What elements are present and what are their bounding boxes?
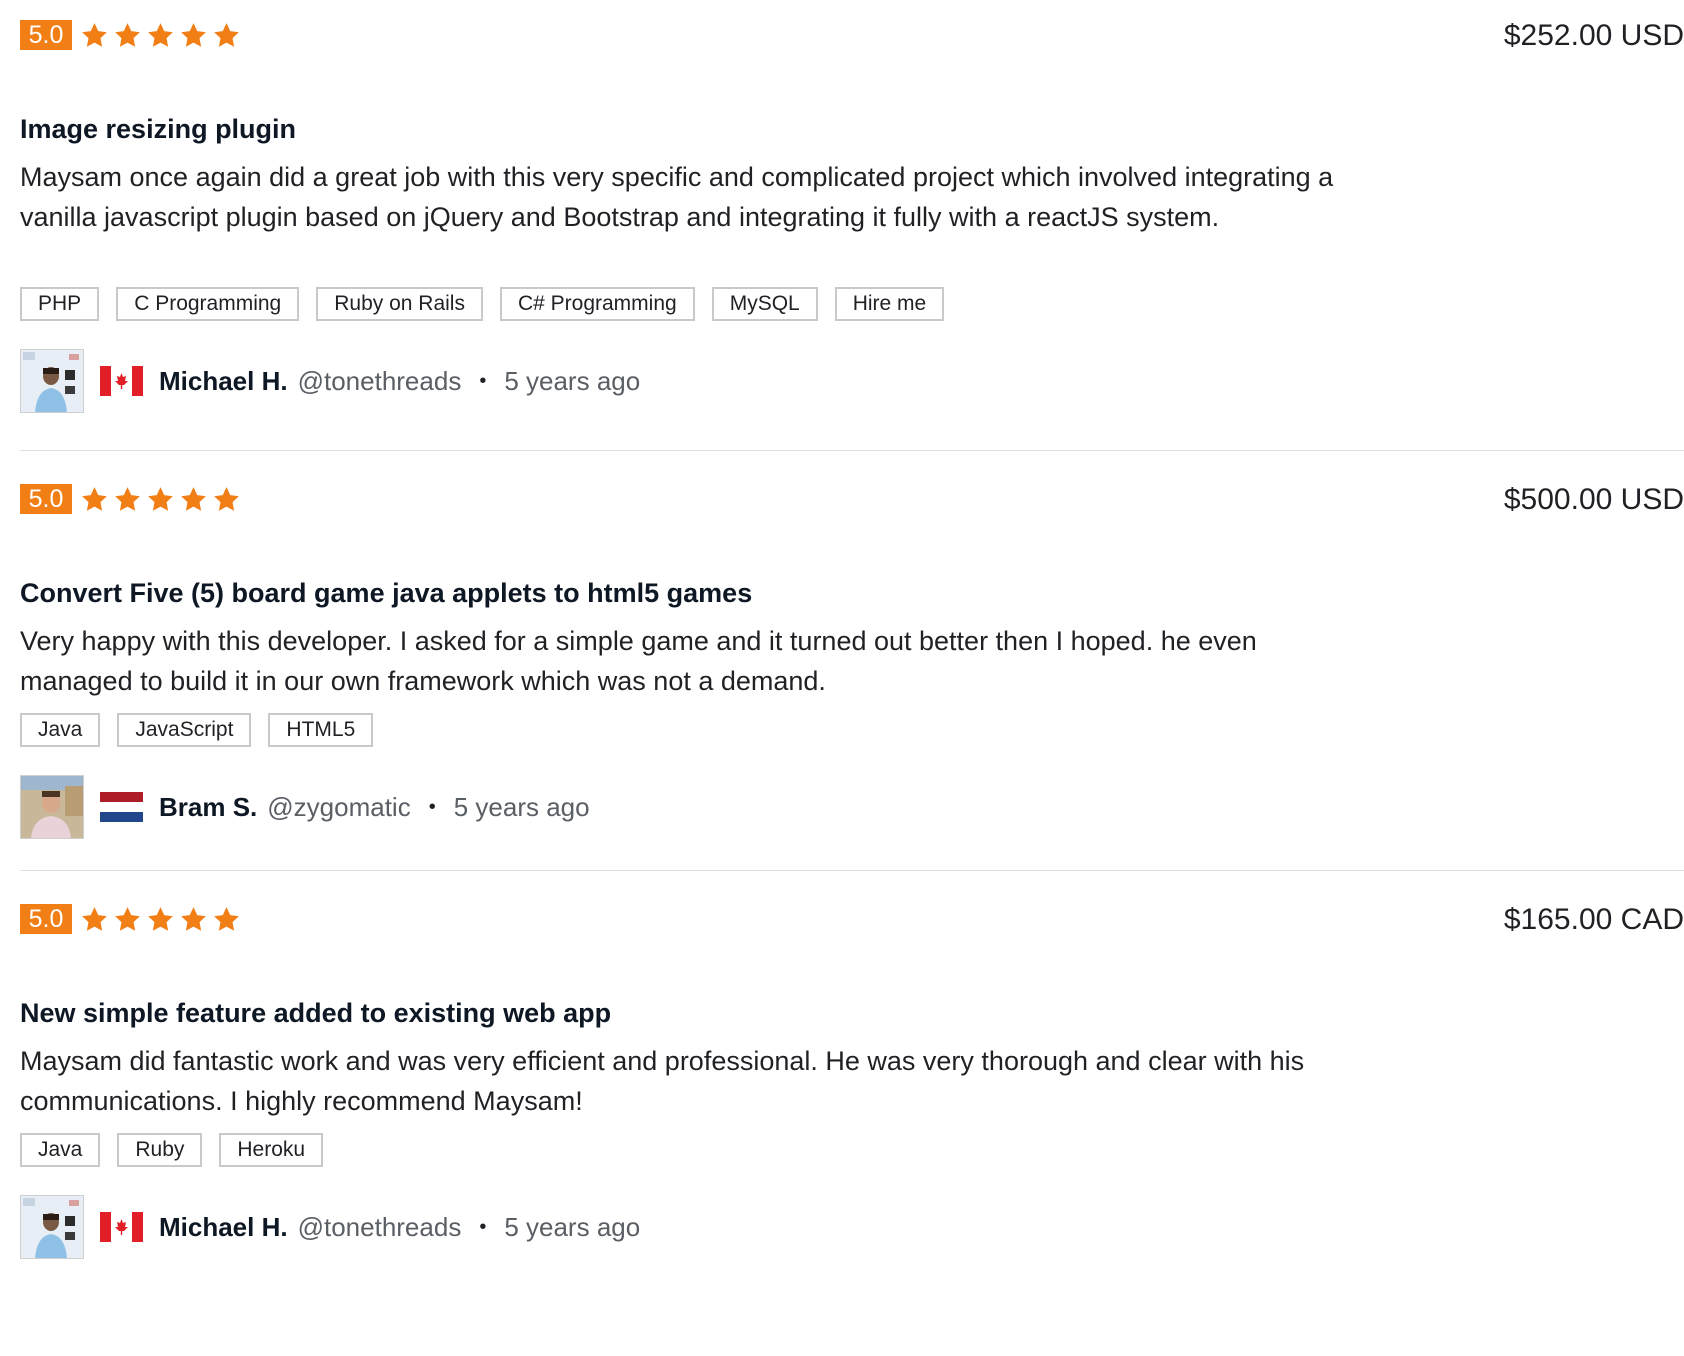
star-icon (212, 21, 241, 50)
star-icon (146, 905, 175, 934)
reviewer-handle: @tonethreads (297, 365, 462, 396)
star-icon (179, 485, 208, 514)
skill-tag[interactable]: Hire me (834, 287, 945, 321)
rating-badge: 5.0 (20, 904, 72, 934)
skill-tag[interactable]: HTML5 (268, 713, 374, 747)
star-icon (212, 905, 241, 934)
reviewer-name[interactable]: Bram S. (159, 792, 257, 823)
avatar[interactable] (20, 775, 84, 839)
separator-dot: • (479, 369, 487, 392)
star-icon (113, 21, 142, 50)
reviewer-handle: @tonethreads (297, 1211, 462, 1242)
review-time: 5 years ago (504, 1211, 641, 1242)
reviewer-info: Michael H. @tonethreads • 5 years ago (20, 349, 640, 413)
star-icon (80, 905, 109, 934)
reviews-list: 5.0 $252.00 USD Image resizing plugin Ma… (0, 0, 1684, 1300)
reviewer-info: Michael H. @tonethreads • 5 years ago (20, 1195, 640, 1259)
rating-row: 5.0 (20, 904, 241, 934)
star-icon (179, 905, 208, 934)
star-icon (179, 21, 208, 50)
reviewer-info: Bram S. @zygomatic • 5 years ago (20, 775, 590, 839)
skill-tag[interactable]: Java (20, 1133, 101, 1167)
canada-flag-icon (100, 1212, 143, 1242)
star-icon (146, 485, 175, 514)
project-price: $500.00 USD (1503, 483, 1684, 516)
skill-tag[interactable]: Ruby on Rails (316, 287, 483, 321)
avatar[interactable] (20, 349, 84, 413)
canada-flag-icon (100, 366, 143, 396)
skill-tag[interactable]: Heroku (219, 1133, 324, 1167)
netherlands-flag-icon (100, 792, 143, 822)
skill-tag[interactable]: C Programming (116, 287, 300, 321)
avatar[interactable] (20, 1195, 84, 1259)
review-title: New simple feature added to existing web… (20, 998, 612, 1028)
skill-tags: PHP C Programming Ruby on Rails C# Progr… (20, 287, 945, 321)
skill-tag[interactable]: C# Programming (499, 287, 695, 321)
star-icon (113, 485, 142, 514)
rating-row: 5.0 (20, 484, 241, 514)
project-price: $165.00 CAD (1503, 903, 1684, 936)
project-price: $252.00 USD (1503, 19, 1684, 52)
skill-tag[interactable]: PHP (20, 287, 100, 321)
skill-tag[interactable]: Java (20, 713, 101, 747)
skill-tag[interactable]: JavaScript (117, 713, 252, 747)
skill-tag[interactable]: MySQL (711, 287, 818, 321)
star-icon (80, 485, 109, 514)
reviewer-handle: @zygomatic (267, 791, 411, 822)
skill-tag[interactable]: Ruby (117, 1133, 203, 1167)
review-card: 5.0 $252.00 USD Image resizing plugin Ma… (20, 0, 1684, 450)
reviewer-name[interactable]: Michael H. (159, 1212, 288, 1243)
review-card: 5.0 $165.00 CAD New simple feature added… (20, 870, 1684, 1300)
separator-dot: • (428, 795, 436, 818)
star-icon (80, 21, 109, 50)
star-rating (80, 21, 241, 50)
skill-tags: Java Ruby Heroku (20, 1133, 324, 1167)
review-description: Very happy with this developer. I asked … (20, 626, 1257, 696)
star-icon (113, 905, 142, 934)
review-time: 5 years ago (504, 365, 641, 396)
rating-badge: 5.0 (20, 20, 72, 50)
review-card: 5.0 $500.00 USD Convert Five (5) board g… (20, 450, 1684, 870)
review-description: Maysam did fantastic work and was very e… (20, 1046, 1305, 1116)
rating-badge: 5.0 (20, 484, 72, 514)
star-rating (80, 905, 241, 934)
review-title: Convert Five (5) board game java applets… (20, 578, 753, 608)
rating-row: 5.0 (20, 20, 241, 50)
review-description: Maysam once again did a great job with t… (20, 162, 1334, 232)
review-time: 5 years ago (453, 791, 590, 822)
separator-dot: • (479, 1215, 487, 1238)
reviewer-name[interactable]: Michael H. (159, 366, 288, 397)
skill-tags: Java JavaScript HTML5 (20, 713, 374, 747)
star-rating (80, 485, 241, 514)
review-title: Image resizing plugin (20, 114, 297, 144)
star-icon (146, 21, 175, 50)
star-icon (212, 485, 241, 514)
